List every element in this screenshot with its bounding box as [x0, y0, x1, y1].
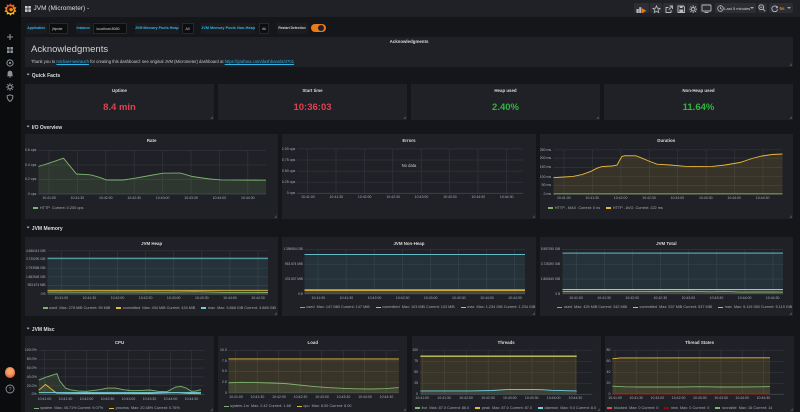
svg-text:?: ? [8, 387, 11, 393]
